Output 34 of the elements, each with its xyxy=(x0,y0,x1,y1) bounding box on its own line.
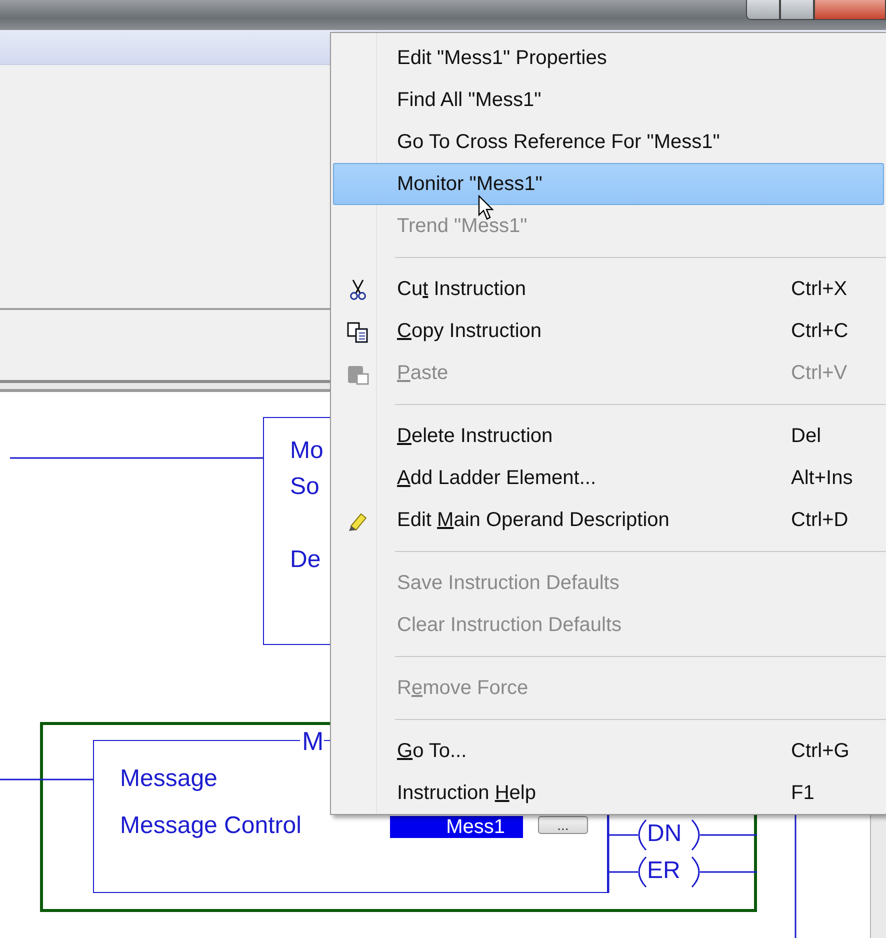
instruction-text: So xyxy=(290,475,320,499)
shortcut-text: Ctrl+G xyxy=(791,739,850,764)
tag-field[interactable]: Mess1 xyxy=(390,816,523,838)
shortcut-text: Ctrl+C xyxy=(791,319,848,344)
maximize-button[interactable] xyxy=(780,0,814,20)
instruction-text: Message xyxy=(120,767,218,791)
instruction-text: De xyxy=(290,548,321,572)
shortcut-text: Del xyxy=(791,424,822,449)
instruction-text: Message Control xyxy=(120,814,302,838)
menu-item[interactable]: Monitor "Mess1" xyxy=(333,163,884,205)
menu-item[interactable]: Instruction Help F1 xyxy=(333,772,884,814)
browse-button[interactable]: ... xyxy=(538,816,588,834)
copy-icon xyxy=(347,321,369,343)
minimize-button[interactable] xyxy=(746,0,780,20)
menu-item[interactable]: Edit Main Operand Description Ctrl+D xyxy=(333,499,884,541)
shortcut-text: Alt+Ins xyxy=(791,466,853,491)
scissors-icon xyxy=(347,279,369,301)
shortcut-text: Ctrl+X xyxy=(791,277,848,302)
menu-item[interactable]: Add Ladder Element... Alt+Ins xyxy=(333,457,884,499)
instruction-text: Mo xyxy=(290,439,324,463)
menu-item[interactable]: Go To... Ctrl+G xyxy=(333,730,884,772)
menu-item[interactable]: Delete Instruction Del xyxy=(333,415,884,457)
coil-label: ER xyxy=(647,859,680,883)
shortcut-text: F1 xyxy=(791,781,814,806)
paste-icon xyxy=(347,363,369,385)
shortcut-text: Ctrl+D xyxy=(791,508,848,533)
menu-item[interactable]: Edit "Mess1" Properties xyxy=(333,37,884,79)
shortcut-text: Ctrl+V xyxy=(791,361,848,386)
close-button[interactable] xyxy=(814,0,886,20)
menu-item[interactable]: Cut Instruction Ctrl+X xyxy=(333,268,884,310)
menu-item[interactable]: Copy Instruction Ctrl+C xyxy=(333,310,884,352)
coil-label: DN xyxy=(647,822,682,846)
menu-item[interactable]: Go To Cross Reference For "Mess1" xyxy=(333,121,884,163)
menu-item[interactable]: Find All "Mess1" xyxy=(333,79,884,121)
